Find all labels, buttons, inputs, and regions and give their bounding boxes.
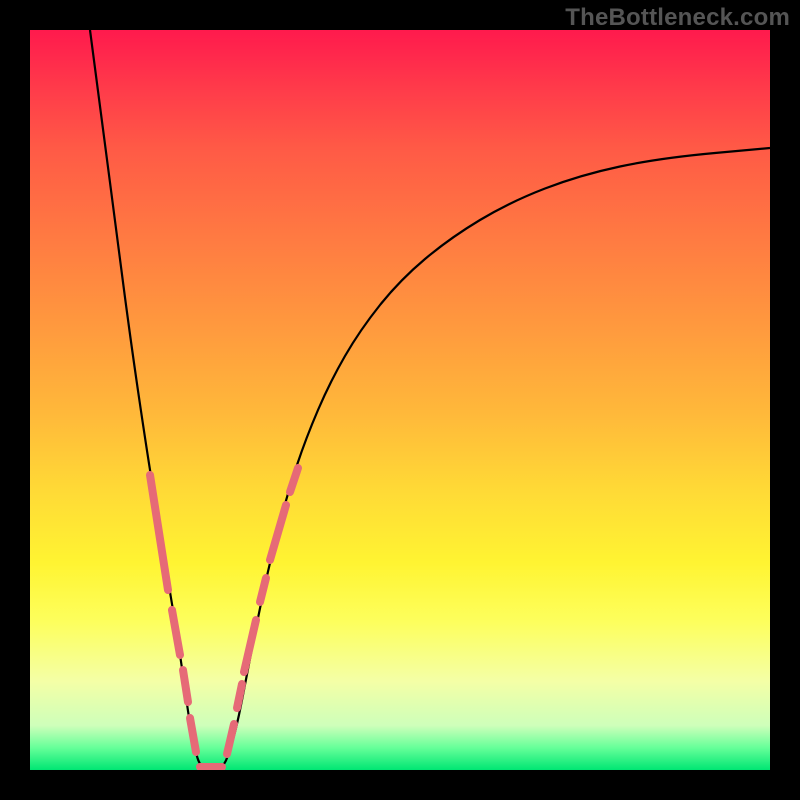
right-dash-1 bbox=[227, 724, 234, 754]
right-dash-6 bbox=[290, 468, 298, 492]
right-dash-4 bbox=[260, 578, 266, 602]
left-dash-2 bbox=[172, 610, 180, 655]
svg-layer bbox=[30, 30, 770, 770]
left-dash-1 bbox=[150, 475, 168, 590]
plot-area bbox=[30, 30, 770, 770]
right-dash-2 bbox=[237, 684, 242, 708]
dash-overlays bbox=[150, 468, 298, 767]
chart-canvas: TheBottleneck.com bbox=[0, 0, 800, 800]
watermark-text: TheBottleneck.com bbox=[565, 4, 790, 32]
bottleneck-curve bbox=[90, 30, 770, 768]
left-dash-3 bbox=[183, 670, 188, 702]
left-dash-4 bbox=[190, 718, 196, 752]
right-dash-5 bbox=[270, 505, 286, 560]
